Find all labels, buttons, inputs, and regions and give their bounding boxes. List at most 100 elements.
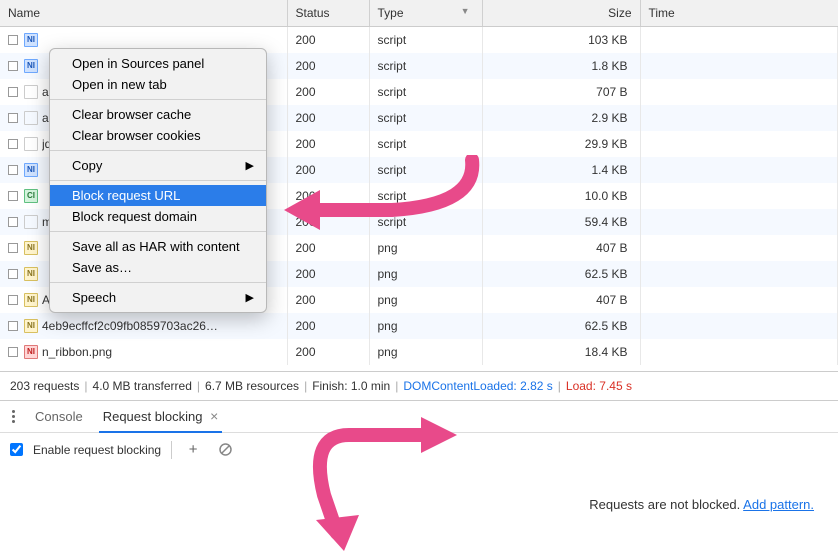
clear-patterns-button[interactable] [214,439,236,461]
menu-block-url[interactable]: Block request URL [50,185,266,206]
drawer-menu-icon[interactable] [8,406,19,427]
file-type-icon: NI [24,59,38,73]
file-type-icon [24,85,38,99]
row-time [640,209,838,235]
col-header-status[interactable]: Status [287,0,369,27]
row-checkbox[interactable] [8,217,18,227]
row-type: script [369,131,482,157]
row-checkbox[interactable] [8,139,18,149]
row-status: 200 [287,131,369,157]
row-checkbox[interactable] [8,61,18,71]
row-checkbox[interactable] [8,165,18,175]
menu-separator [50,180,266,181]
file-type-icon: NI [24,345,38,359]
status-resources: 6.7 MB resources [205,379,299,393]
menu-open-new-tab[interactable]: Open in new tab [50,74,266,95]
col-header-type[interactable]: Type▼ [369,0,482,27]
status-domcontentloaded: DOMContentLoaded: 2.82 s [403,379,552,393]
row-size: 1.8 KB [482,53,640,79]
menu-save-as[interactable]: Save as… [50,257,266,278]
row-size: 103 KB [482,27,640,53]
row-name: n_ribbon.png [42,345,112,359]
row-checkbox[interactable] [8,87,18,97]
row-size: 707 B [482,79,640,105]
add-pattern-link[interactable]: Add pattern. [743,497,814,512]
row-type: script [369,209,482,235]
status-load: Load: 7.45 s [566,379,632,393]
row-time [640,105,838,131]
row-size: 59.4 KB [482,209,640,235]
table-row[interactable]: NIn_ribbon.png200png18.4 KB [0,339,838,365]
row-size: 407 B [482,235,640,261]
status-transferred: 4.0 MB transferred [93,379,192,393]
row-size: 2.9 KB [482,105,640,131]
row-checkbox[interactable] [8,243,18,253]
file-type-icon: NI [24,163,38,177]
row-checkbox[interactable] [8,35,18,45]
row-checkbox[interactable] [8,269,18,279]
menu-separator [50,150,266,151]
file-type-icon [24,111,38,125]
row-type: png [369,313,482,339]
file-type-icon [24,215,38,229]
row-type: png [369,261,482,287]
col-header-time[interactable]: Time [640,0,838,27]
status-bar: 203 requests | 4.0 MB transferred | 6.7 … [0,371,838,400]
row-size: 10.0 KB [482,183,640,209]
row-size: 62.5 KB [482,313,640,339]
row-time [640,79,838,105]
row-checkbox[interactable] [8,191,18,201]
row-time [640,27,838,53]
row-checkbox[interactable] [8,347,18,357]
row-checkbox[interactable] [8,321,18,331]
col-header-size[interactable]: Size [482,0,640,27]
menu-save-har[interactable]: Save all as HAR with content [50,236,266,257]
row-size: 62.5 KB [482,261,640,287]
submenu-arrow-icon: ▶ [246,159,254,172]
row-size: 29.9 KB [482,131,640,157]
row-time [640,261,838,287]
blocking-toolbar: Enable request blocking + [0,432,838,467]
row-time [640,339,838,365]
menu-open-sources[interactable]: Open in Sources panel [50,53,266,74]
row-type: script [369,157,482,183]
row-type: png [369,235,482,261]
row-time [640,183,838,209]
row-type: script [369,27,482,53]
row-status: 200 [287,287,369,313]
menu-separator [50,231,266,232]
menu-separator [50,282,266,283]
row-status: 200 [287,183,369,209]
table-row[interactable]: NI4eb9ecffcf2c09fb0859703ac26…200png62.5… [0,313,838,339]
row-time [640,131,838,157]
tab-request-blocking[interactable]: Request blocking × [99,401,223,433]
file-type-icon: NI [24,267,38,281]
menu-copy[interactable]: Copy▶ [50,155,266,176]
file-type-icon: NI [24,319,38,333]
menu-clear-cache[interactable]: Clear browser cache [50,104,266,125]
row-checkbox[interactable] [8,295,18,305]
row-status: 200 [287,235,369,261]
tab-console[interactable]: Console [31,402,87,431]
row-checkbox[interactable] [8,113,18,123]
row-type: script [369,105,482,131]
add-pattern-button[interactable]: + [182,439,204,461]
col-header-name[interactable]: Name [0,0,287,27]
menu-speech[interactable]: Speech▶ [50,287,266,308]
menu-clear-cookies[interactable]: Clear browser cookies [50,125,266,146]
row-time [640,235,838,261]
file-type-icon: CI [24,189,38,203]
row-type: png [369,339,482,365]
row-type: png [369,287,482,313]
enable-blocking-label: Enable request blocking [33,443,161,457]
menu-block-domain[interactable]: Block request domain [50,206,266,227]
row-status: 200 [287,209,369,235]
status-requests: 203 requests [10,379,79,393]
context-menu: Open in Sources panel Open in new tab Cl… [49,48,267,313]
close-icon[interactable]: × [210,408,218,424]
row-status: 200 [287,261,369,287]
enable-blocking-checkbox[interactable] [10,443,23,456]
file-type-icon: NI [24,293,38,307]
row-size: 1.4 KB [482,157,640,183]
row-status: 200 [287,339,369,365]
